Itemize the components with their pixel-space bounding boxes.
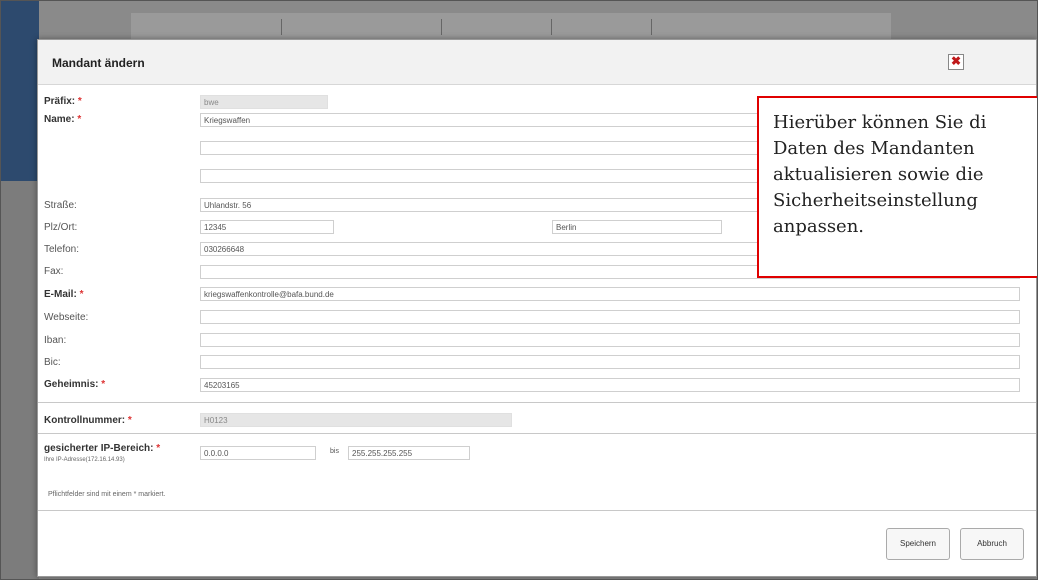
strasse-label: Straße: [44,200,77,211]
praefix-field: bwe [200,95,328,109]
iban-label: Iban: [44,335,67,346]
praefix-label: Präfix: * [44,96,82,107]
ip-address-hint: Ihre IP-Adresse(172.16.14.93) [44,457,125,463]
explanation-callout: Hierüber können Sie di Daten des Mandant… [757,96,1037,278]
telefon-label: Telefon: [44,244,80,255]
required-fields-note: Pflichtfelder sind mit einem * markiert. [48,491,166,498]
strasse-input[interactable]: Uhlandstr. 56 [200,198,760,212]
cancel-button[interactable]: Abbruch [960,528,1024,560]
webseite-input[interactable] [200,310,1020,324]
background-table-header [131,13,891,42]
fax-label: Fax: [44,266,64,277]
close-icon[interactable]: ✖ [948,54,964,70]
background-navigation [1,1,39,181]
iban-input[interactable] [200,333,1020,347]
name-input[interactable]: Kriegswaffen [200,113,760,127]
dialog-title: Mandant ändern [52,56,145,70]
email-label: E-Mail: * [44,289,84,300]
background-sidebar [1,181,39,579]
name-label: Name: * [44,114,82,125]
ip-bis-label: bis [330,448,339,455]
geheimnis-label: Geheimnis: * [44,379,106,390]
telefon-input[interactable]: 030266648 [200,242,760,256]
ip-range-label: gesicherter IP-Bereich: * [44,443,161,454]
bic-label: Bic: [44,357,61,368]
section-divider [38,402,1036,403]
bic-input[interactable] [200,355,1020,369]
footer-divider [38,510,1036,511]
webseite-label: Webseite: [44,312,89,323]
name-line3-input[interactable] [200,169,760,183]
kontrollnummer-field: H0123 [200,413,512,427]
ort-input[interactable]: Berlin [552,220,722,234]
geheimnis-input[interactable]: 45203165 [200,378,1020,392]
dialog-titlebar: Mandant ändern ✖ [38,40,1036,85]
ip-from-input[interactable]: 0.0.0.0 [200,446,316,460]
email-input[interactable]: kriegswaffenkontrolle@bafa.bund.de [200,287,1020,301]
name-line2-input[interactable] [200,141,760,155]
screenshot-frame: Mandant ändern ✖ Präfix: * bwe Name: * K… [0,0,1038,580]
section-divider [38,433,1036,434]
plz-input[interactable]: 12345 [200,220,334,234]
save-button[interactable]: Speichern [886,528,950,560]
plzort-label: Plz/Ort: [44,222,78,233]
ip-to-input[interactable]: 255.255.255.255 [348,446,470,460]
kontrollnummer-label: Kontrollnummer: * [44,415,132,426]
